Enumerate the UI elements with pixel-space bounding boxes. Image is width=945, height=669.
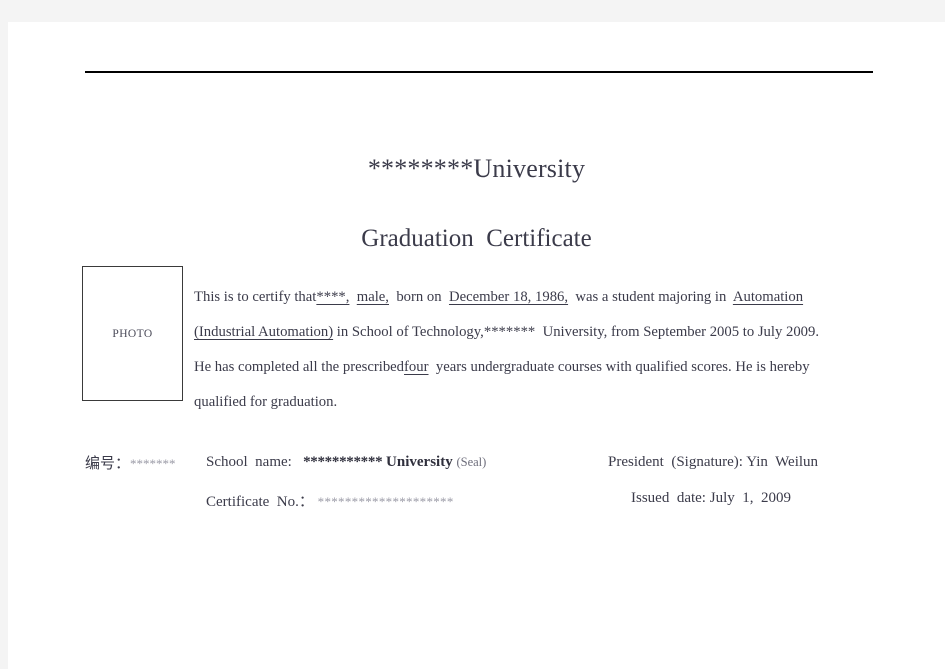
qualified-statement: qualified for graduation. <box>194 394 338 410</box>
body-line-2: (Industrial Automation) in School of Tec… <box>194 315 890 350</box>
school-name-label: School name: <box>206 454 292 470</box>
courses-suffix: years undergraduate courses with qualifi… <box>435 359 810 375</box>
certificate-number-value: ******************** <box>317 494 454 509</box>
body-line-2-segments: (Industrial Automation) in School of Tec… <box>194 315 819 350</box>
certify-prefix: This is to certify that <box>194 289 317 305</box>
completed-prefix: He has completed all the prescribed <box>194 359 405 375</box>
study-period: University, from September 2005 to July … <box>542 324 820 340</box>
issued-date-label: Issued date: <box>631 490 706 506</box>
body-line-1: This is to certify that****, male, born … <box>194 280 890 315</box>
header-divider <box>85 71 873 73</box>
seal-note: (Seal) <box>456 455 487 469</box>
body-line-1-segments: This is to certify that****, male, born … <box>194 280 803 315</box>
certificate-page: ********University Graduation Certificat… <box>8 22 945 669</box>
body-line-3-segments: He has completed all the prescribedfour … <box>194 350 810 385</box>
serial-number-label: 编号： <box>85 454 131 472</box>
president-name: Yin Weilun <box>746 454 819 470</box>
major-name: Automation <box>732 289 804 305</box>
photo-placeholder-label: PHOTO <box>112 327 153 340</box>
president-signature-field: President (Signature): Yin Weilun <box>608 454 818 471</box>
certificate-footer: 编号：******* School name: *********** Univ… <box>8 452 945 562</box>
body-line-3: He has completed all the prescribedfour … <box>194 350 890 385</box>
certificate-body-text: This is to certify that****, male, born … <box>194 280 890 420</box>
student-major-prefix: was a student majoring in <box>575 289 727 305</box>
certificate-number-label: Certificate No.： <box>206 494 314 510</box>
issued-date-value: July 1, 2009 <box>709 490 791 506</box>
certificate-number-field: Certificate No.： ******************** <box>206 490 454 511</box>
university-title: ********University <box>367 154 586 183</box>
body-line-4: qualified for graduation. <box>194 385 890 420</box>
course-duration: four <box>404 359 429 375</box>
student-gender: male, <box>356 289 389 305</box>
birth-date: December 18, 1986, <box>448 289 569 305</box>
serial-number-field: 编号：******* <box>85 452 176 473</box>
school-name-field: School name: *********** University (Sea… <box>206 454 486 471</box>
school-name-redacted: *********** <box>303 454 383 470</box>
school-of-label: in School of Technology, <box>336 324 484 340</box>
issued-date-field: Issued date: July 1, 2009 <box>631 490 791 507</box>
university-redacted: ******* <box>483 324 536 340</box>
school-name-suffix: University <box>386 454 453 470</box>
serial-number-value: ******* <box>130 456 176 471</box>
certificate-title: Graduation Certificate <box>361 225 592 252</box>
major-name-continued: (Industrial Automation) <box>194 324 334 340</box>
born-on-label: born on <box>396 289 442 305</box>
photo-placeholder-box: PHOTO <box>82 266 183 401</box>
student-name-redacted: ****, <box>316 289 350 305</box>
president-label: President (Signature): <box>608 454 743 470</box>
